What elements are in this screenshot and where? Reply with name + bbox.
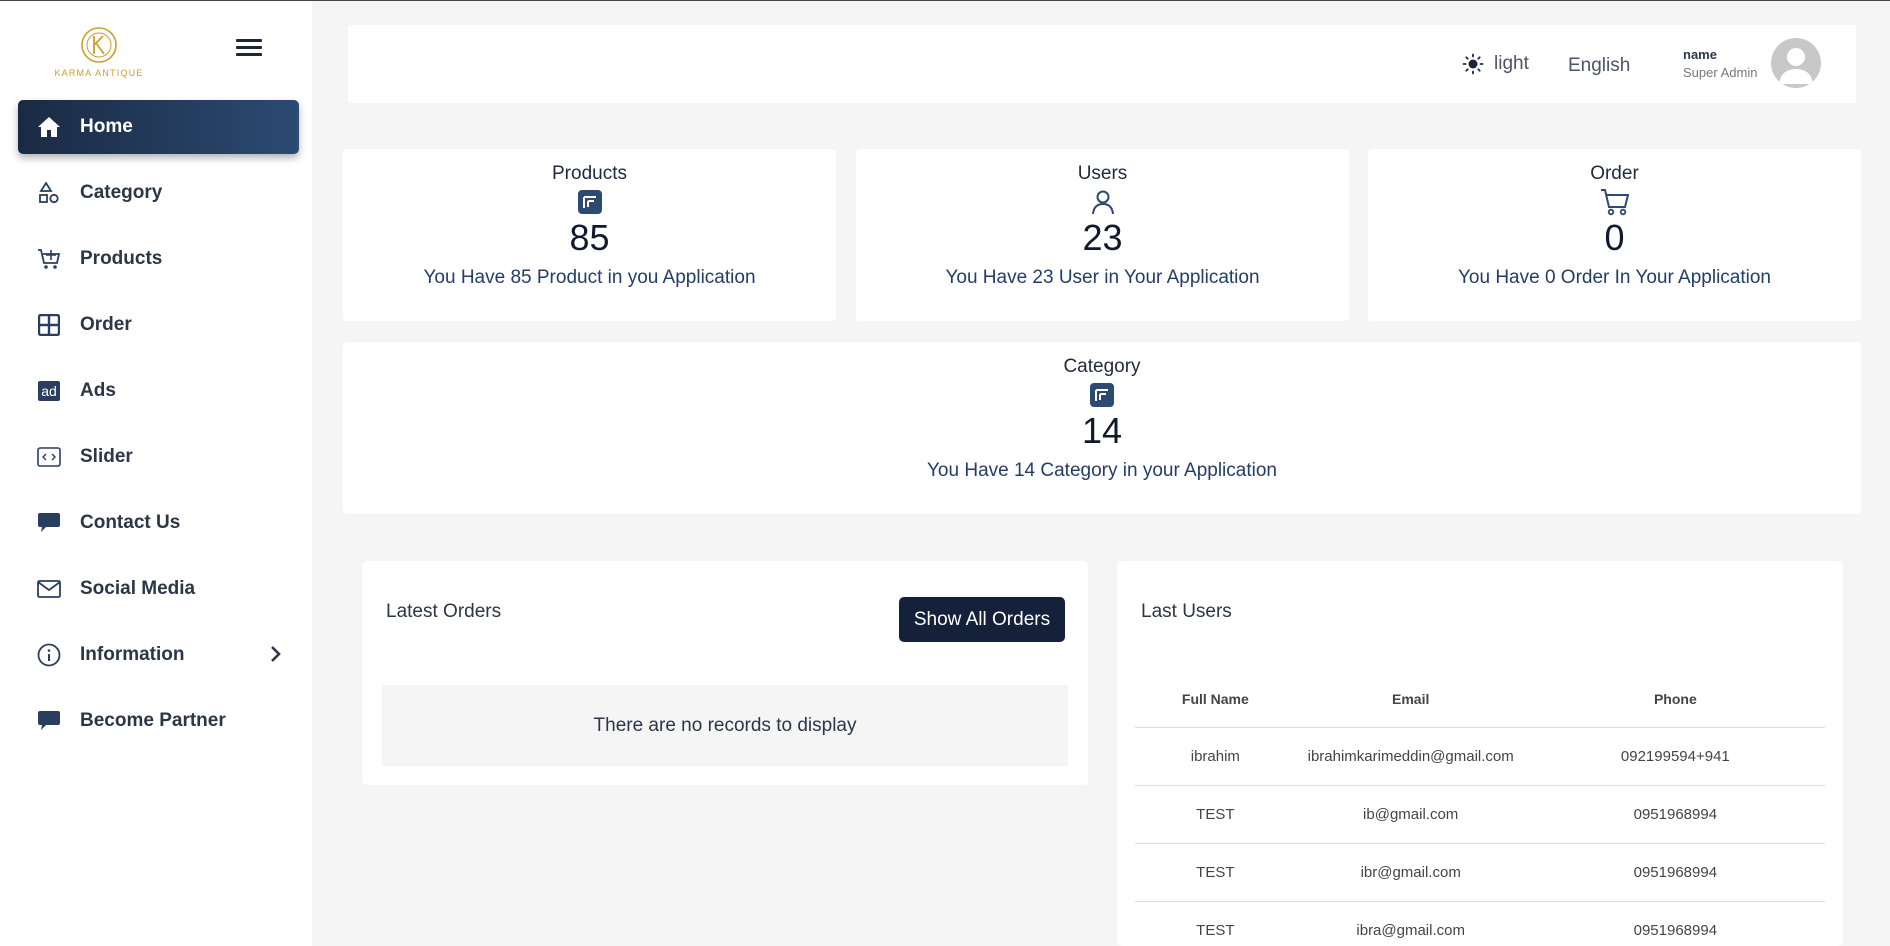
- cell-phone: 0951968994: [1525, 785, 1825, 844]
- users-stat-card[interactable]: Users 23 You Have 23 User in Your Applic…: [856, 149, 1349, 321]
- cell-phone: 092199594+941: [1525, 727, 1825, 786]
- cell-email: ibra@gmail.com: [1295, 901, 1526, 946]
- stat-description: You Have 23 User in Your Application: [945, 267, 1260, 288]
- column-header[interactable]: Phone: [1525, 671, 1825, 728]
- latest-orders-panel: Latest Orders Show All Orders There are …: [362, 561, 1088, 785]
- code-window-icon: [34, 444, 64, 470]
- stat-title: Products: [552, 163, 627, 184]
- sidebar-item-information[interactable]: Information: [18, 628, 299, 682]
- sidebar: KARMA ANTIQUE Home Category Products Ord…: [0, 1, 312, 946]
- karma-logo-icon: [81, 27, 117, 63]
- sidebar-item-ads[interactable]: ad Ads: [18, 364, 299, 418]
- table-row[interactable]: TEST ibr@gmail.com 0951968994: [1135, 843, 1825, 902]
- grid-icon: [34, 312, 64, 338]
- sidebar-item-label: Order: [80, 314, 132, 335]
- sidebar-item-label: Information: [80, 644, 185, 665]
- cell-full-name: TEST: [1135, 843, 1296, 902]
- sidebar-item-label: Contact Us: [80, 512, 181, 533]
- shapes-icon: [34, 180, 64, 206]
- ad-icon: ad: [34, 378, 64, 404]
- sidebar-item-label: Home: [80, 116, 133, 137]
- cell-email: ibr@gmail.com: [1295, 843, 1526, 902]
- cell-email: ibrahimkarimeddin@gmail.com: [1295, 727, 1526, 786]
- stat-title: Users: [1077, 163, 1128, 184]
- category-box-icon: [1090, 383, 1114, 407]
- svg-text:ad: ad: [41, 383, 57, 399]
- sidebar-item-label: Category: [80, 182, 163, 203]
- category-stat-card[interactable]: Category 14 You Have 14 Category in your…: [343, 342, 1861, 514]
- latest-orders-title: Latest Orders: [386, 601, 502, 622]
- chevron-right-icon[interactable]: [269, 645, 281, 663]
- stat-title: Category: [1063, 356, 1141, 377]
- envelope-icon: [34, 576, 64, 602]
- last-users-title: Last Users: [1141, 601, 1232, 622]
- cell-full-name: TEST: [1135, 785, 1296, 844]
- sidebar-item-label: Social Media: [80, 578, 196, 599]
- products-stat-card[interactable]: Products 85 You Have 85 Product in you A…: [343, 149, 836, 321]
- stat-title: Order: [1590, 163, 1639, 184]
- info-icon: [34, 642, 64, 668]
- brand-logo[interactable]: KARMA ANTIQUE: [50, 25, 148, 83]
- user-role: Super Admin: [1683, 65, 1758, 80]
- cell-phone: 0951968994: [1525, 901, 1825, 946]
- cell-phone: 0951968994: [1525, 843, 1825, 902]
- users-table: Full Name Email Phone ibrahim ibrahimkar…: [1135, 671, 1825, 946]
- sidebar-item-category[interactable]: Category: [18, 166, 299, 220]
- sun-icon: [1462, 53, 1484, 75]
- cell-email: ib@gmail.com: [1295, 785, 1526, 844]
- orders-stat-card[interactable]: Order 0 You Have 0 Order In Your Applica…: [1368, 149, 1861, 321]
- user-avatar-icon: [1779, 48, 1813, 84]
- product-box-icon: [577, 190, 602, 214]
- stat-value: 14: [1081, 410, 1123, 451]
- theme-label: light: [1494, 53, 1529, 74]
- show-all-orders-button[interactable]: Show All Orders: [899, 597, 1065, 642]
- cell-full-name: ibrahim: [1135, 727, 1296, 786]
- sidebar-item-become-partner[interactable]: Become Partner: [18, 694, 299, 748]
- sidebar-item-label: Slider: [80, 446, 133, 467]
- cart-icon: [1600, 189, 1629, 216]
- stat-value: 85: [569, 217, 610, 258]
- table-row[interactable]: ibrahim ibrahimkarimeddin@gmail.com 0921…: [1135, 727, 1825, 786]
- sidebar-item-slider[interactable]: Slider: [18, 430, 299, 484]
- chat-icon: [34, 510, 64, 536]
- sidebar-nav: Home Category Products Order ad Ads Slid…: [18, 100, 299, 760]
- hamburger-icon: [236, 39, 262, 42]
- sidebar-item-contact-us[interactable]: Contact Us: [18, 496, 299, 550]
- theme-toggle[interactable]: light: [1462, 53, 1529, 75]
- user-name: name: [1683, 47, 1717, 62]
- brand-name: KARMA ANTIQUE: [54, 68, 144, 78]
- stat-description: You Have 0 Order In Your Application: [1457, 267, 1772, 288]
- cart-plus-icon: [34, 246, 64, 272]
- stat-value: 23: [1082, 217, 1123, 258]
- user-icon: [1091, 190, 1114, 215]
- sidebar-item-order[interactable]: Order: [18, 298, 299, 352]
- cell-full-name: TEST: [1135, 901, 1296, 946]
- stat-value: 0: [1604, 217, 1625, 258]
- table-row[interactable]: TEST ib@gmail.com 0951968994: [1135, 785, 1825, 844]
- table-header-row: Full Name Email Phone: [1135, 671, 1825, 728]
- avatar[interactable]: [1771, 38, 1821, 88]
- menu-toggle-button[interactable]: [236, 39, 262, 61]
- sidebar-item-label: Become Partner: [80, 710, 226, 731]
- stat-description: You Have 85 Product in you Application: [423, 267, 756, 288]
- empty-state-message: There are no records to display: [382, 685, 1068, 766]
- column-header[interactable]: Full Name: [1135, 671, 1296, 728]
- sidebar-item-label: Products: [80, 248, 163, 269]
- sidebar-item-social-media[interactable]: Social Media: [18, 562, 299, 616]
- language-selector[interactable]: English: [1568, 55, 1630, 77]
- home-icon: [34, 114, 64, 140]
- sidebar-item-products[interactable]: Products: [18, 232, 299, 286]
- top-header: light English name Super Admin: [348, 25, 1856, 103]
- sidebar-item-label: Ads: [80, 380, 116, 401]
- last-users-panel: Last Users Full Name Email Phone ibrahim…: [1117, 561, 1843, 946]
- chat-icon: [34, 708, 64, 734]
- stat-description: You Have 14 Category in your Application: [927, 460, 1277, 481]
- column-header[interactable]: Email: [1295, 671, 1526, 728]
- table-row[interactable]: TEST ibra@gmail.com 0951968994: [1135, 901, 1825, 946]
- sidebar-item-home[interactable]: Home: [18, 100, 299, 154]
